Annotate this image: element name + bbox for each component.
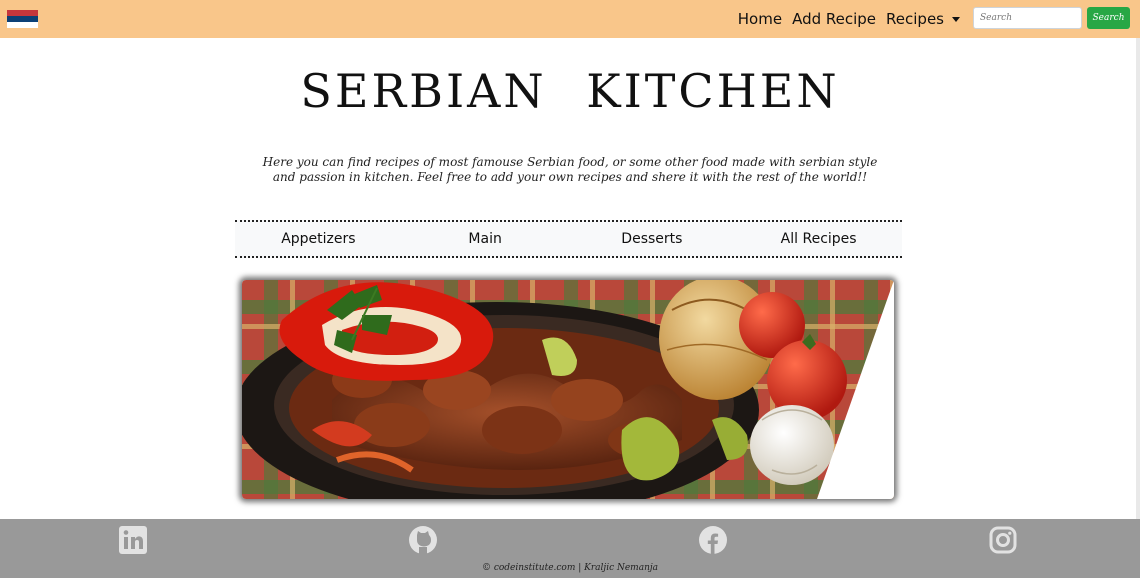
caret-down-icon [952, 17, 960, 22]
category-appetizers-link[interactable]: Appetizers [235, 231, 402, 247]
hero-food-image [242, 280, 894, 499]
intro-text: Here you can find recipes of most famous… [262, 155, 878, 184]
goulash-illustration [242, 280, 894, 499]
linkedin-icon[interactable] [118, 525, 148, 555]
nav-recipes-dropdown[interactable]: Recipes [886, 10, 962, 28]
category-nav: Appetizers Main Desserts All Recipes [235, 220, 902, 258]
search-input[interactable] [973, 7, 1082, 29]
top-navbar: Home Add Recipe Recipes Search [0, 0, 1140, 38]
category-desserts-link[interactable]: Desserts [569, 231, 736, 247]
category-all-recipes-link[interactable]: All Recipes [735, 231, 902, 247]
nav-recipes-label: Recipes [886, 10, 944, 28]
site-title: SERBIAN KITCHEN [300, 64, 840, 118]
serbian-flag-icon[interactable] [7, 10, 38, 28]
search-button[interactable]: Search [1087, 7, 1130, 29]
nav-add-recipe-link[interactable]: Add Recipe [792, 10, 876, 28]
instagram-icon[interactable] [988, 525, 1018, 555]
facebook-icon[interactable] [698, 525, 728, 555]
nav-links: Home Add Recipe Recipes [728, 0, 962, 38]
github-icon[interactable] [408, 525, 438, 555]
copyright-text: © codeinstitute.com | Kraljic Nemanja [481, 563, 659, 573]
nav-home-link[interactable]: Home [738, 10, 782, 28]
category-main-link[interactable]: Main [402, 231, 569, 247]
